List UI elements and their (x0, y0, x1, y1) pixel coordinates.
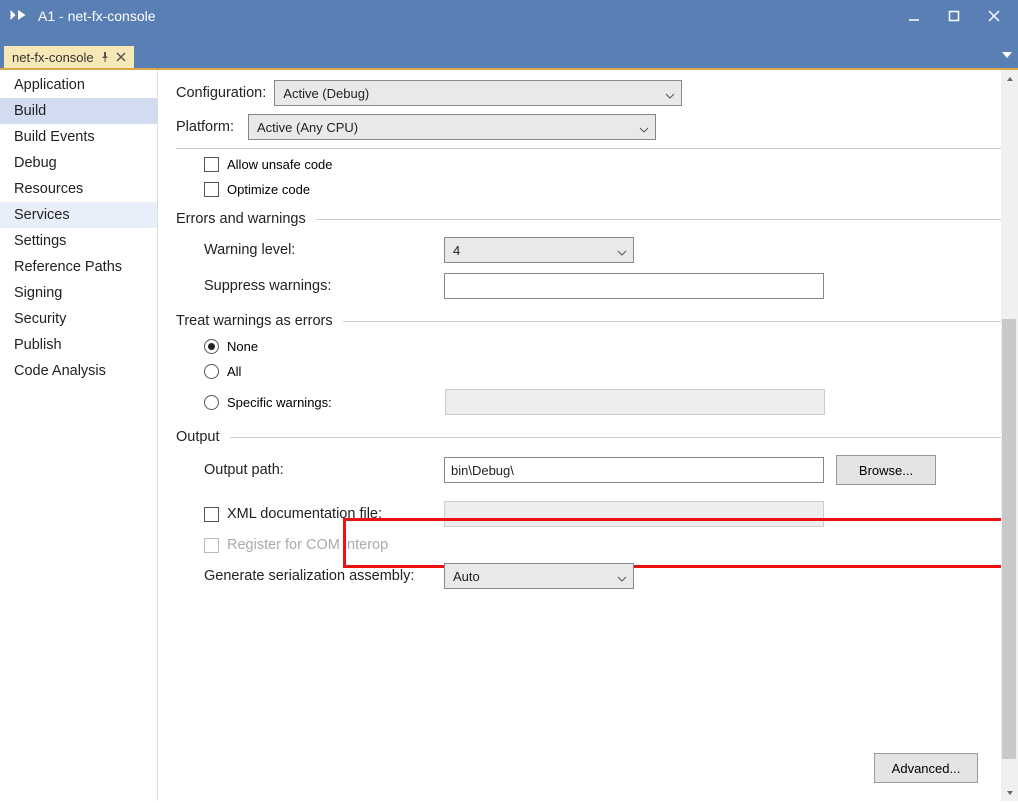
platform-dropdown[interactable]: Active (Any CPU) (248, 114, 656, 140)
output-path-label: Output path: (204, 462, 444, 478)
gen-serialization-dropdown[interactable]: Auto (444, 563, 634, 589)
allow-unsafe-checkbox[interactable] (204, 157, 219, 172)
allow-unsafe-label: Allow unsafe code (227, 157, 333, 172)
tabrow-dropdown-icon[interactable] (1002, 48, 1012, 63)
vertical-scrollbar[interactable] (1001, 70, 1018, 801)
treat-specific-radio[interactable] (204, 395, 219, 410)
sidebar-item-reference-paths[interactable]: Reference Paths (0, 254, 157, 280)
document-tab-row: net-fx-console (0, 42, 1018, 68)
divider (176, 148, 1002, 149)
treat-all-radio[interactable] (204, 364, 219, 379)
section-line (316, 219, 1002, 220)
sidebar-item-signing[interactable]: Signing (0, 280, 157, 306)
advanced-button[interactable]: Advanced... (874, 753, 978, 783)
warning-level-label: Warning level: (204, 242, 444, 258)
chevron-down-icon (639, 123, 649, 138)
sidebar-item-build-events[interactable]: Build Events (0, 124, 157, 150)
section-line (230, 437, 1002, 438)
scroll-thumb[interactable] (1002, 319, 1016, 759)
content: Application Build Build Events Debug Res… (0, 68, 1018, 801)
configuration-dropdown[interactable]: Active (Debug) (274, 80, 682, 106)
pin-icon[interactable] (100, 50, 110, 65)
platform-label: Platform: (176, 119, 240, 135)
gen-serialization-label: Generate serialization assembly: (204, 568, 444, 584)
document-tab-label: net-fx-console (12, 50, 94, 65)
output-header: Output (176, 429, 220, 445)
window-close-button[interactable] (978, 4, 1010, 28)
treat-specific-input (445, 389, 825, 415)
vs-logo-icon (8, 5, 28, 28)
configuration-value: Active (Debug) (283, 86, 369, 101)
warning-level-value: 4 (453, 243, 460, 258)
xml-doc-checkbox[interactable] (204, 507, 219, 522)
window-maximize-button[interactable] (938, 4, 970, 28)
suppress-warnings-input[interactable] (444, 273, 824, 299)
sidebar-item-build[interactable]: Build (0, 98, 157, 124)
configuration-label: Configuration: (176, 85, 266, 101)
treat-warnings-header: Treat warnings as errors (176, 313, 333, 329)
chevron-down-icon (665, 89, 675, 104)
browse-button[interactable]: Browse... (836, 455, 936, 485)
sidebar-item-settings[interactable]: Settings (0, 228, 157, 254)
output-path-input[interactable]: bin\Debug\ (444, 457, 824, 483)
highlight-annotation (343, 518, 1018, 568)
close-icon[interactable] (116, 50, 126, 65)
titlebar: A1 - net-fx-console (0, 0, 1018, 32)
sidebar-item-resources[interactable]: Resources (0, 176, 157, 202)
sidebar-item-application[interactable]: Application (0, 72, 157, 98)
document-tab[interactable]: net-fx-console (4, 46, 134, 68)
suppress-warnings-label: Suppress warnings: (204, 278, 444, 294)
register-com-checkbox (204, 538, 219, 553)
toolstrip (0, 32, 1018, 42)
sidebar-item-services[interactable]: Services (0, 202, 157, 228)
treat-all-label: All (227, 364, 241, 379)
warning-level-dropdown[interactable]: 4 (444, 237, 634, 263)
treat-none-radio[interactable] (204, 339, 219, 354)
chevron-down-icon (617, 572, 627, 587)
sidebar: Application Build Build Events Debug Res… (0, 70, 158, 801)
treat-none-label: None (227, 339, 258, 354)
platform-value: Active (Any CPU) (257, 120, 358, 135)
window-title: A1 - net-fx-console (38, 8, 156, 24)
optimize-code-label: Optimize code (227, 182, 310, 197)
sidebar-item-code-analysis[interactable]: Code Analysis (0, 358, 157, 384)
scroll-up-icon[interactable] (1001, 70, 1018, 87)
section-line (343, 321, 1002, 322)
sidebar-item-publish[interactable]: Publish (0, 332, 157, 358)
scroll-down-icon[interactable] (1001, 784, 1018, 801)
optimize-code-checkbox[interactable] (204, 182, 219, 197)
errors-warnings-header: Errors and warnings (176, 211, 306, 227)
sidebar-item-debug[interactable]: Debug (0, 150, 157, 176)
window-minimize-button[interactable] (898, 4, 930, 28)
treat-specific-label: Specific warnings: (227, 395, 445, 410)
main-panel: Configuration: Active (Debug) Platform: … (158, 70, 1018, 801)
sidebar-item-security[interactable]: Security (0, 306, 157, 332)
gen-serialization-value: Auto (453, 569, 480, 584)
chevron-down-icon (617, 246, 627, 261)
